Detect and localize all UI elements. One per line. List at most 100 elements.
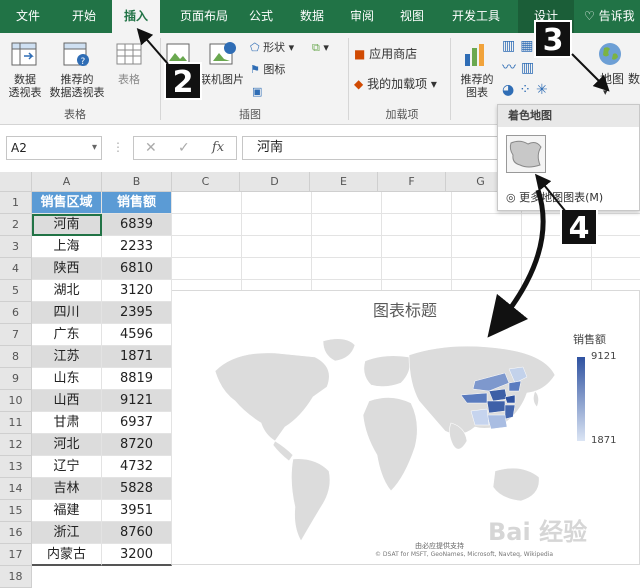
row-header[interactable]: 2 (0, 214, 32, 236)
shapes-button[interactable]: ⬠ 形状 ▾ (250, 41, 294, 54)
pivot-table-button[interactable]: 数据 透视表 (2, 73, 48, 99)
tab-formulas[interactable]: 公式 (243, 0, 279, 33)
table-header-cell[interactable]: 销售区域 (32, 192, 102, 214)
row-header[interactable]: 3 (0, 236, 32, 258)
row-header[interactable]: 10 (0, 390, 32, 412)
column-header-f[interactable]: F (378, 172, 446, 192)
tab-review[interactable]: 审阅 (342, 0, 382, 33)
recommended-pivot-icon[interactable]: ? (62, 40, 92, 70)
column-header-c[interactable]: C (172, 172, 240, 192)
row-header[interactable]: 11 (0, 412, 32, 434)
column-header-a[interactable]: A (32, 172, 102, 192)
tab-page-layout[interactable]: 页面布局 (165, 0, 243, 33)
table-cell[interactable]: 4732 (102, 456, 172, 478)
table-cell[interactable]: 8819 (102, 368, 172, 390)
smartart-button[interactable]: ⧉ ▾ (312, 41, 329, 54)
chart-type-icons-row2[interactable]: 〰▥ (502, 60, 539, 76)
online-pictures-icon[interactable] (208, 40, 238, 68)
column-header-b[interactable]: B (102, 172, 172, 192)
recommended-pivot-button[interactable]: 推荐的 数据透视表 (46, 73, 108, 99)
3d-models-button[interactable]: ▣ (252, 85, 262, 98)
table-cell[interactable]: 2233 (102, 236, 172, 258)
table-cell[interactable]: 3200 (102, 544, 172, 566)
table-cell[interactable]: 5828 (102, 478, 172, 500)
tell-me[interactable]: ♡ 告诉我 (584, 0, 640, 33)
table-cell[interactable]: 浙江 (32, 522, 102, 544)
table-cell[interactable]: 内蒙古 (32, 544, 102, 566)
app-store-button[interactable]: ■ 应用商店 (354, 48, 417, 61)
row-header[interactable]: 18 (0, 566, 32, 588)
chart-title[interactable]: 图表标题 (169, 297, 640, 321)
waterfall-chart-icon[interactable]: ▥ (521, 60, 539, 76)
table-cell[interactable]: 1871 (102, 346, 172, 368)
filled-map-thumbnail-icon[interactable] (506, 135, 546, 173)
globe-icon[interactable] (596, 40, 624, 68)
radar-chart-icon[interactable]: ✳ (536, 82, 553, 98)
row-header[interactable]: 5 (0, 280, 32, 302)
more-button[interactable]: 数 (628, 73, 640, 86)
my-addins-button[interactable]: ◆ 我的加载项 ▾ (354, 78, 437, 91)
table-cell[interactable]: 上海 (32, 236, 102, 258)
table-cell[interactable]: 四川 (32, 302, 102, 324)
table-cell[interactable]: 江苏 (32, 346, 102, 368)
row-header[interactable]: 14 (0, 478, 32, 500)
row-header[interactable]: 13 (0, 456, 32, 478)
recommended-charts-button[interactable]: 推荐的 图表 (454, 73, 500, 99)
table-cell[interactable]: 湖北 (32, 280, 102, 302)
pie-chart-icon[interactable]: ◕ (502, 82, 519, 98)
row-header[interactable]: 17 (0, 544, 32, 566)
table-cell[interactable]: 山东 (32, 368, 102, 390)
table-cell[interactable]: 吉林 (32, 478, 102, 500)
table-cell[interactable]: 9121 (102, 390, 172, 412)
row-header[interactable]: 9 (0, 368, 32, 390)
table-cell[interactable]: 陕西 (32, 258, 102, 280)
row-header[interactable]: 12 (0, 434, 32, 456)
select-all-corner[interactable] (0, 172, 32, 192)
tab-file[interactable]: 文件 (0, 0, 56, 33)
online-pictures-button[interactable]: 联机图片 (196, 73, 248, 86)
table-cell[interactable]: 广东 (32, 324, 102, 346)
table-icon[interactable] (114, 40, 144, 70)
table-cell[interactable]: 河北 (32, 434, 102, 456)
cancel-icon[interactable]: ✕ (145, 140, 157, 156)
table-cell[interactable]: 6839 (102, 214, 172, 236)
chevron-down-icon[interactable]: ▾ (603, 87, 608, 100)
table-cell[interactable]: 8760 (102, 522, 172, 544)
line-chart-icon[interactable]: 〰 (502, 60, 521, 76)
table-cell[interactable]: 辽宁 (32, 456, 102, 478)
column-header-e[interactable]: E (310, 172, 378, 192)
table-cell[interactable]: 8720 (102, 434, 172, 456)
table-cell[interactable]: 6937 (102, 412, 172, 434)
pivot-table-icon[interactable] (10, 40, 40, 70)
tab-home[interactable]: 开始 (58, 0, 110, 33)
row-header[interactable]: 4 (0, 258, 32, 280)
row-header[interactable]: 7 (0, 324, 32, 346)
table-cell[interactable]: 3120 (102, 280, 172, 302)
tab-view[interactable]: 视图 (392, 0, 432, 33)
row-header[interactable]: 15 (0, 500, 32, 522)
scatter-chart-icon[interactable]: ⁘ (519, 82, 536, 98)
chart-type-icons-row3[interactable]: ◕⁘✳ (502, 82, 553, 98)
map-button[interactable]: 地图 (598, 73, 626, 86)
tab-developer[interactable]: 开发工具 (444, 0, 508, 33)
function-icon[interactable]: fx (212, 140, 224, 155)
name-box[interactable]: A2 ▾ (6, 136, 102, 160)
row-header[interactable]: 1 (0, 192, 32, 214)
tab-data[interactable]: 数据 (292, 0, 332, 33)
table-button[interactable]: 表格 (110, 73, 148, 86)
column-chart-icon[interactable]: ▥ (502, 38, 520, 54)
enter-icon[interactable]: ✓ (178, 140, 190, 156)
table-header-cell[interactable]: 销售额 (102, 192, 172, 214)
table-cell[interactable]: 2395 (102, 302, 172, 324)
table-cell[interactable]: 山西 (32, 390, 102, 412)
tab-insert[interactable]: 插入 (112, 0, 160, 33)
chevron-down-icon[interactable]: ▾ (92, 137, 97, 159)
table-cell[interactable]: 甘肃 (32, 412, 102, 434)
row-header[interactable]: 16 (0, 522, 32, 544)
recommended-charts-icon[interactable] (462, 40, 492, 70)
table-cell[interactable]: 6810 (102, 258, 172, 280)
row-header[interactable]: 6 (0, 302, 32, 324)
column-header-d[interactable]: D (240, 172, 310, 192)
more-map-charts-item[interactable]: ◎ 更多地图图表(M) (506, 189, 603, 205)
table-cell[interactable]: 4596 (102, 324, 172, 346)
